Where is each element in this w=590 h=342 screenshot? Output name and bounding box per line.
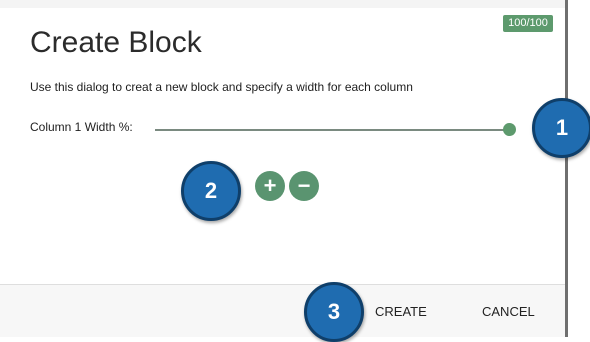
add-column-button[interactable]: + — [255, 171, 285, 201]
remove-column-button[interactable]: − — [289, 171, 319, 201]
create-block-dialog: 100/100 Create Block Use this dialog to … — [0, 0, 566, 337]
column-1-width-slider[interactable] — [155, 129, 511, 131]
create-button[interactable]: CREATE — [375, 304, 427, 319]
width-counter-badge: 100/100 — [503, 15, 553, 32]
cancel-button[interactable]: CANCEL — [482, 304, 535, 319]
callout-marker-3: 3 — [304, 282, 364, 342]
callout-marker-1: 1 — [532, 98, 590, 158]
column-1-width-label: Column 1 Width %: — [30, 120, 133, 134]
window-edge — [565, 0, 568, 337]
dialog-top-strip — [0, 0, 566, 8]
callout-marker-2: 2 — [181, 161, 241, 221]
slider-handle[interactable] — [503, 123, 516, 136]
dialog-title: Create Block — [30, 26, 202, 59]
dialog-description: Use this dialog to creat a new block and… — [30, 80, 413, 94]
